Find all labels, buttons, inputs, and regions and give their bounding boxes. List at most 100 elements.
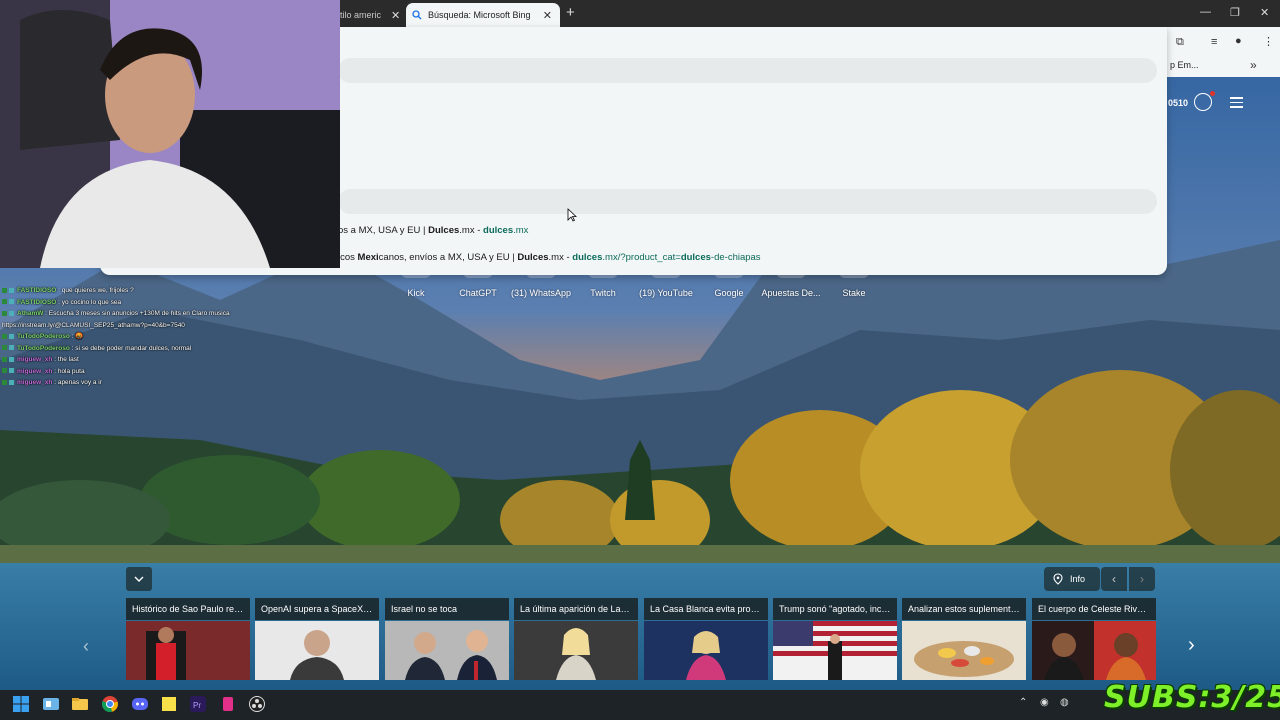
- close-tab-icon[interactable]: ✕: [391, 9, 400, 22]
- news-card[interactable]: El cuerpo de Celeste Rivas l...: [1032, 598, 1156, 680]
- chat-text: : hola puta: [52, 367, 85, 375]
- suggestion-text: canos, envíos a MX, USA y EU |: [378, 252, 518, 263]
- news-card[interactable]: Israel no se toca: [385, 598, 509, 680]
- news-card[interactable]: La última aparición de Lad...: [514, 598, 638, 680]
- news-card[interactable]: Histórico de Sao Paulo resc...: [126, 598, 250, 680]
- chat-username: miguew_xh: [17, 356, 53, 363]
- location-pin-icon: [1053, 573, 1063, 585]
- omnibox-suggestion[interactable]: os a MX, USA y EU | Dulces.mx - dulces.m…: [338, 225, 528, 236]
- hamburger-menu-icon[interactable]: [1230, 97, 1243, 111]
- app-pink-icon[interactable]: [220, 696, 236, 712]
- tray-overflow-icon[interactable]: ⌃: [1019, 697, 1027, 708]
- quick-link-label: (31) WhatsApp: [511, 288, 572, 298]
- bookmark-item[interactable]: p Em...: [1170, 60, 1199, 70]
- notification-dot: [1210, 91, 1215, 96]
- chat-text: : Escucha 3 meses sin anuncios +130M de …: [43, 310, 230, 317]
- stream-chat-overlay: FASTIDIOSO : que quieres we, frijoles ? …: [2, 285, 230, 389]
- chevron-right-icon: ›: [1140, 572, 1144, 586]
- suggestion-url-match: dulces: [680, 252, 711, 263]
- news-card[interactable]: Trump sonó "agotado, inco...: [773, 598, 897, 680]
- svg-text:Pr: Pr: [193, 701, 201, 710]
- chat-text: : yo cocino lo que sea: [56, 298, 122, 306]
- news-card-image: [126, 621, 250, 680]
- widgets-icon[interactable]: [43, 696, 59, 712]
- news-card[interactable]: La Casa Blanca evita pronu...: [644, 598, 768, 680]
- steam-tray-icon[interactable]: ◍: [1060, 697, 1069, 708]
- chat-message: AthamW : Escucha 3 meses sin anuncios +1…: [2, 308, 230, 320]
- rewards-trophy-icon[interactable]: [1194, 93, 1212, 111]
- suggestion-url: .mx: [513, 225, 529, 236]
- obs-icon[interactable]: [249, 696, 265, 712]
- suggestion-url-match: dulces: [483, 225, 514, 236]
- news-card-image: [902, 621, 1026, 680]
- news-card-title: Trump sonó "agotado, inco...: [773, 598, 897, 620]
- news-card-image: [773, 621, 897, 680]
- sticky-notes-icon[interactable]: [161, 696, 177, 712]
- chat-username: miguew_xh: [17, 367, 53, 375]
- suggestion-text: icos: [338, 252, 358, 263]
- quick-link-label: Apuestas De...: [761, 288, 821, 298]
- chat-username: miguew_xh: [17, 379, 53, 386]
- new-tab-button[interactable]: +: [566, 4, 575, 21]
- chevron-left-icon: ‹: [1112, 572, 1116, 586]
- streamer-webcam-feed: [0, 0, 340, 268]
- quick-link-label: ChatGPT: [459, 288, 497, 298]
- news-card-title: La Casa Blanca evita pronu...: [644, 598, 768, 620]
- carousel-right-arrow-icon[interactable]: ›: [1188, 634, 1195, 657]
- suggestion-url: -de-chiapas: [710, 252, 761, 263]
- menu-kebab-icon[interactable]: ⋮: [1263, 35, 1274, 48]
- collapse-feed-button[interactable]: [126, 567, 152, 591]
- chat-text: : the last: [52, 356, 79, 363]
- news-card-image: [514, 621, 638, 680]
- extensions-icon[interactable]: ⧉: [1176, 36, 1184, 49]
- chat-message: https://instream.ly/@CLAMUSI_SEP25_atham…: [2, 320, 230, 332]
- profile-avatar-icon[interactable]: ●: [1235, 35, 1242, 47]
- chat-message: miguew_xh : the last: [2, 354, 230, 366]
- omnibox-suggestion-highlight[interactable]: [338, 58, 1157, 83]
- news-card-title: Israel no se toca: [385, 598, 509, 620]
- omnibox-suggestion[interactable]: icos Mexicanos, envíos a MX, USA y EU | …: [338, 252, 761, 263]
- chat-username: FASTIDIOSO: [17, 287, 57, 294]
- minimize-icon[interactable]: —: [1200, 6, 1211, 18]
- news-card-title: El cuerpo de Celeste Rivas l...: [1032, 598, 1156, 620]
- image-info-button[interactable]: Info: [1044, 567, 1100, 591]
- discord-tray-icon[interactable]: ◉: [1040, 697, 1049, 708]
- close-tab-icon[interactable]: ✕: [543, 9, 552, 22]
- windows-taskbar: Pr: [0, 690, 1280, 720]
- info-label: Info: [1070, 574, 1086, 584]
- rewards-points[interactable]: 0510: [1168, 98, 1188, 108]
- chrome-icon[interactable]: [102, 696, 118, 712]
- chat-message: FASTIDIOSO : que quieres we, frijoles ?: [2, 285, 230, 297]
- search-icon: [412, 10, 422, 20]
- news-card[interactable]: Analizan estos suplemento...: [902, 598, 1026, 680]
- mouse-cursor-icon: [567, 208, 577, 222]
- news-card-image: [255, 621, 379, 680]
- news-card-title: Histórico de Sao Paulo resc...: [126, 598, 250, 620]
- file-explorer-icon[interactable]: [72, 696, 88, 712]
- suggestion-text: os a MX, USA y EU |: [338, 225, 429, 236]
- previous-image-button[interactable]: ‹: [1101, 567, 1127, 591]
- browser-tab-active[interactable]: Búsqueda: Microsoft Bing ✕: [406, 3, 560, 27]
- browser-tab-previous[interactable]: tilo americ ✕: [340, 3, 402, 27]
- news-card-image: [385, 621, 509, 680]
- suggestion-match: Dulces: [517, 252, 549, 263]
- chat-username: FASTIDIOSO: [17, 298, 57, 306]
- bookmarks-overflow-button[interactable]: »: [1250, 58, 1257, 72]
- close-window-icon[interactable]: ✕: [1260, 6, 1269, 19]
- media-control-icon[interactable]: ≡: [1211, 36, 1217, 48]
- discord-icon[interactable]: [132, 696, 148, 712]
- chat-message: miguew_xh : apenas voy a ir: [2, 377, 230, 389]
- next-image-button[interactable]: ›: [1129, 567, 1155, 591]
- news-card-title: OpenAI supera a SpaceX d...: [255, 598, 379, 620]
- news-card[interactable]: OpenAI supera a SpaceX d...: [255, 598, 379, 680]
- suggestion-url: .mx/?product_cat=: [602, 252, 681, 263]
- restore-icon[interactable]: ❐: [1230, 6, 1240, 19]
- premiere-pro-icon[interactable]: Pr: [190, 696, 206, 712]
- omnibox-suggestion-hover[interactable]: [338, 189, 1157, 214]
- carousel-left-arrow-icon[interactable]: ‹: [83, 636, 89, 657]
- news-card-image: [644, 621, 768, 680]
- chat-message: miguew_xh : hola puta: [2, 366, 230, 378]
- chevron-down-icon: [134, 576, 144, 582]
- chat-message: TuTodoPoderoso : 🤬: [2, 331, 230, 343]
- windows-start-icon[interactable]: [13, 696, 29, 712]
